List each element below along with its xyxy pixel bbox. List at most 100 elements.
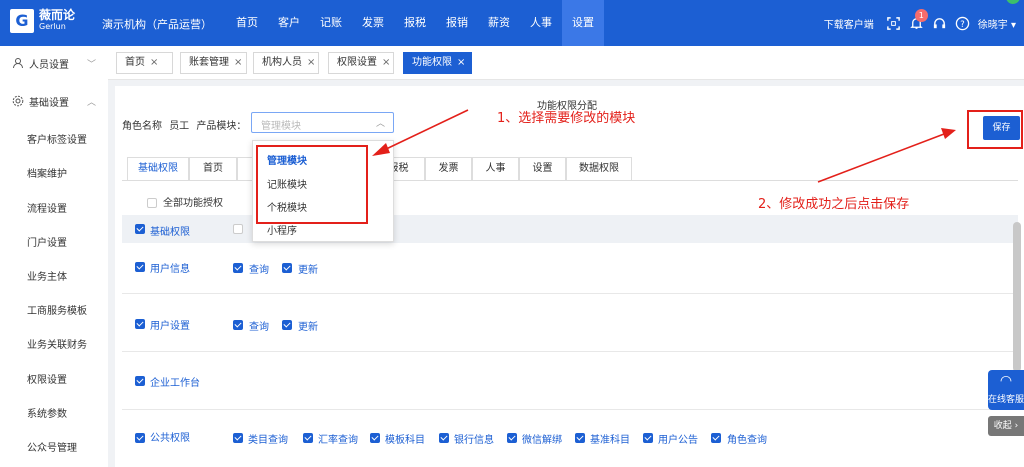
perm-checkbox[interactable] xyxy=(282,263,292,273)
nav-home[interactable]: 首页 xyxy=(226,0,268,46)
nav-salary[interactable]: 薪资 xyxy=(478,0,520,46)
perm-checkbox[interactable] xyxy=(282,320,292,330)
tab-org-staff[interactable]: 机构人员 × xyxy=(253,52,319,74)
basic-permission-label: 基础权限 xyxy=(150,227,190,238)
perm-checkbox-user-info[interactable] xyxy=(135,262,145,272)
online-service-label: 在线客服 xyxy=(988,395,1024,405)
ptab-settings[interactable]: 设置 xyxy=(519,157,566,181)
ptab-basic[interactable]: 基础权限 xyxy=(127,157,189,181)
user-menu[interactable]: 徐晓宇 ▾ xyxy=(978,16,1016,31)
chevron-down-icon: ﹀ xyxy=(86,59,96,70)
sidebar-item-entity[interactable]: 业务主体 xyxy=(27,268,67,283)
tab-label: 功能权限 xyxy=(412,57,452,68)
perm-checkbox[interactable] xyxy=(643,433,653,443)
top-bar: G 薇而论 Gerlun 演示机构（产品运营） 首页 客户 记账 发票 报税 报… xyxy=(0,0,1024,46)
perm-checkbox-public[interactable] xyxy=(135,433,145,443)
scan-icon[interactable] xyxy=(886,16,901,31)
perm-checkbox[interactable] xyxy=(233,433,243,443)
perm-checkbox[interactable] xyxy=(233,320,243,330)
dropdown-option-mini-program[interactable]: 小程序 xyxy=(267,222,297,237)
perm-checkbox-workbench[interactable] xyxy=(135,376,145,386)
svg-text:?: ? xyxy=(960,18,964,28)
ptab-home[interactable]: 首页 xyxy=(189,157,237,181)
perm-item: 角色查询 xyxy=(727,435,767,446)
sidebar-item-system-params[interactable]: 系统参数 xyxy=(27,405,67,420)
checkbox-icon[interactable] xyxy=(233,224,243,234)
org-selector[interactable]: 演示机构（产品运营） xyxy=(102,16,212,32)
online-service-button[interactable]: ◠ 在线客服 xyxy=(988,370,1024,410)
sidebar: 人员设置 ﹀ 基础设置 ︿ 客户标签设置 档案维护 流程设置 门户设置 业务主体… xyxy=(0,46,108,467)
nav-hr[interactable]: 人事 xyxy=(520,0,562,46)
annotation-box-save xyxy=(967,110,1023,149)
tab-label: 机构人员 xyxy=(262,57,302,68)
download-client-link[interactable]: 下载客户端 xyxy=(824,16,874,31)
nav-tax[interactable]: 报税 xyxy=(394,0,436,46)
sidebar-item-archive[interactable]: 档案维护 xyxy=(27,165,67,180)
nav-reimburse[interactable]: 报销 xyxy=(436,0,478,46)
perm-item: 查询 xyxy=(249,265,269,276)
sidebar-item-process[interactable]: 流程设置 xyxy=(27,200,67,215)
open-tabs-bar: 首页 × 账套管理 × 机构人员 × 权限设置 × 功能权限 × xyxy=(108,46,1024,80)
role-row: 角色名称 员工 产品模块： xyxy=(122,117,246,132)
perm-label: 用户信息 xyxy=(150,264,190,275)
perm-checkbox[interactable] xyxy=(233,263,243,273)
perm-checkbox-user-settings[interactable] xyxy=(135,319,145,329)
close-icon[interactable]: × xyxy=(150,57,158,68)
ptab-data[interactable]: 数据权限 xyxy=(566,157,632,181)
help-icon[interactable]: ? xyxy=(955,16,970,31)
perm-item: 更新 xyxy=(298,265,318,276)
annotation-step-2: 2、修改成功之后点击保存 xyxy=(758,197,910,212)
scrollbar[interactable] xyxy=(1013,222,1021,372)
perm-item: 汇率查询 xyxy=(318,435,358,446)
sidebar-item-finance[interactable]: 业务关联财务 xyxy=(27,336,87,351)
tab-account-sets[interactable]: 账套管理 × xyxy=(180,52,247,74)
sidebar-group-people[interactable]: 人员设置 ﹀ xyxy=(0,46,108,80)
close-icon[interactable]: × xyxy=(307,57,315,68)
perm-item: 用户公告 xyxy=(658,435,698,446)
bell-icon[interactable]: 1 xyxy=(909,8,928,31)
ptab-hr[interactable]: 人事 xyxy=(472,157,519,181)
logo: G 薇而论 Gerlun xyxy=(10,9,75,33)
sidebar-item-portal[interactable]: 门户设置 xyxy=(27,234,67,249)
sidebar-item-customer-tags[interactable]: 客户标签设置 xyxy=(27,131,87,146)
perm-checkbox[interactable] xyxy=(507,433,517,443)
ptab-invoice[interactable]: 发票 xyxy=(425,157,472,181)
sidebar-item-official-account[interactable]: 公众号管理 xyxy=(27,439,77,454)
perm-checkbox[interactable] xyxy=(303,433,313,443)
tab-label: 首页 xyxy=(125,57,145,68)
nav-settings[interactable]: 设置 xyxy=(562,0,604,46)
basic-permission-checkbox[interactable] xyxy=(135,224,145,234)
tab-home[interactable]: 首页 × xyxy=(116,52,173,74)
close-icon[interactable]: × xyxy=(382,57,390,68)
sidebar-item-template[interactable]: 工商服务模板 xyxy=(27,302,87,317)
close-icon[interactable]: × xyxy=(457,57,465,68)
perm-item: 更新 xyxy=(298,322,318,333)
perm-item: 查询 xyxy=(249,322,269,333)
perm-checkbox[interactable] xyxy=(439,433,449,443)
sidebar-item-permissions[interactable]: 权限设置 xyxy=(27,371,67,386)
perm-item: 类目查询 xyxy=(248,435,288,446)
tab-permission-settings[interactable]: 权限设置 × xyxy=(328,52,394,74)
collapse-button[interactable]: 收起 › xyxy=(988,416,1024,436)
headset-icon: ◠ xyxy=(999,373,1013,389)
logo-icon: G xyxy=(10,9,34,33)
perm-checkbox[interactable] xyxy=(711,433,721,443)
nav-bookkeeping[interactable]: 记账 xyxy=(310,0,352,46)
gear-icon xyxy=(12,95,24,107)
notification-badge: 1 xyxy=(914,8,928,22)
nav-customer[interactable]: 客户 xyxy=(268,0,310,46)
module-select[interactable]: 管理模块 ︿ xyxy=(251,112,394,133)
all-auth-checkbox[interactable]: 全部功能授权 xyxy=(147,194,223,209)
tab-label: 账套管理 xyxy=(189,57,229,68)
tab-function-permissions[interactable]: 功能权限 × xyxy=(403,52,472,74)
close-icon[interactable]: × xyxy=(234,57,242,68)
perm-checkbox[interactable] xyxy=(370,433,380,443)
user-icon xyxy=(12,57,24,69)
headset-icon[interactable] xyxy=(932,16,947,31)
nav-invoice[interactable]: 发票 xyxy=(352,0,394,46)
all-auth-label: 全部功能授权 xyxy=(163,198,223,209)
module-label: 产品模块： xyxy=(196,121,247,132)
sidebar-group-basic[interactable]: 基础设置 ︿ xyxy=(0,84,108,118)
main-nav: 首页 客户 记账 发票 报税 报销 薪资 人事 设置 xyxy=(226,0,604,46)
perm-checkbox[interactable] xyxy=(575,433,585,443)
